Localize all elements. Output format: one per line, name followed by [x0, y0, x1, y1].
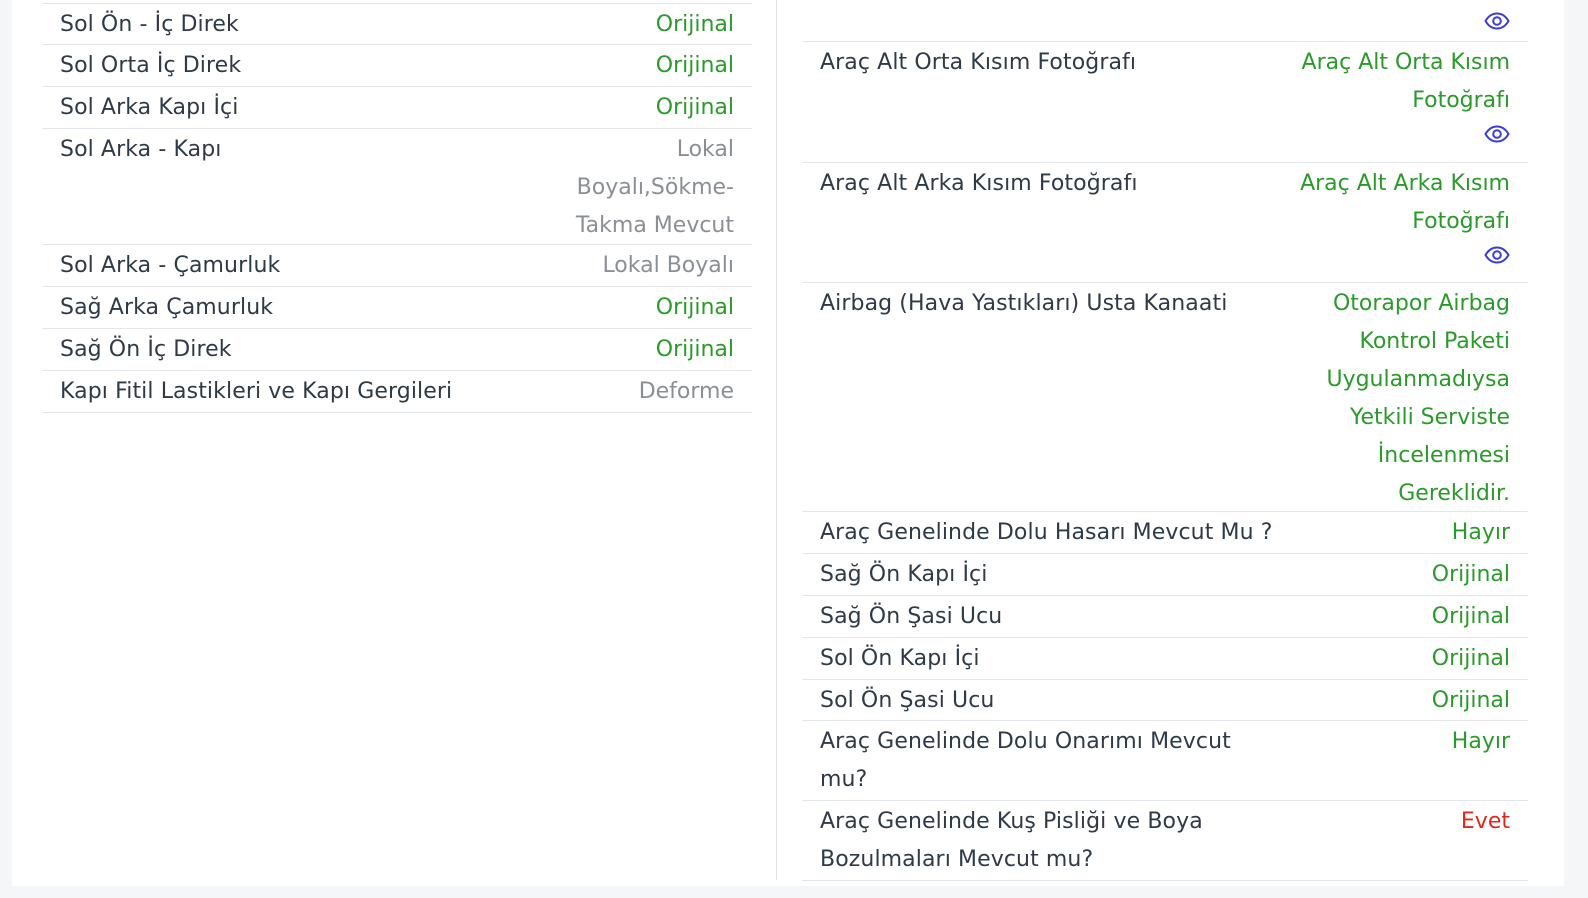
row-label: Sol Arka - Çamurluk [60, 253, 281, 278]
row-value: Araç Alt Orta Kısım Fotoğrafı [1301, 50, 1510, 113]
row-value: Deforme [638, 379, 734, 404]
row-label: Araç Alt Orta Kısım Fotoğrafı [820, 50, 1137, 75]
row-label: Araç Genelinde Dolu Hasarı Mevcut Mu ? [820, 520, 1273, 545]
row-label: Araç Alt Arka Kısım Fotoğrafı [820, 171, 1138, 196]
table-row: Sol Ön Kapı İçi Orijinal [802, 638, 1528, 680]
row-label: Sol Ön Şasi Ucu [820, 688, 995, 713]
table-row: Sağ Ön Şasi Ucu Orijinal [802, 596, 1528, 638]
row-label: Sol Arka Kapı İçi [60, 95, 239, 120]
row-label: Kapı Fitil Lastikleri ve Kapı Gergileri [60, 379, 453, 404]
table-row [802, 0, 1528, 42]
row-label: Sol Ön Kapı İçi [820, 646, 980, 671]
eye-icon[interactable] [1484, 11, 1510, 30]
left-column: Sol Ön - İç Direk Orijinal Sol Orta İç D… [42, 0, 752, 413]
table-row: Araç Alt Orta Kısım Fotoğrafı Araç Alt O… [802, 42, 1528, 163]
row-label: Sağ Ön Şasi Ucu [820, 604, 1003, 629]
row-label: Sol Orta İç Direk [60, 53, 242, 78]
table-row: Sol Ön Şasi Ucu Orijinal [802, 680, 1528, 721]
table-row: Sağ Arka Çamurluk Orijinal [42, 287, 752, 329]
eye-icon[interactable] [1484, 125, 1510, 143]
row-label: Sağ Arka Çamurluk [60, 295, 274, 320]
table-row: Araç Genelinde Kuş Pisliği ve Boya Bozul… [802, 801, 1528, 881]
row-value: Orijinal [655, 295, 734, 320]
table-row: Sol Arka - Çamurluk Lokal Boyalı [42, 245, 752, 287]
row-value-group: Araç Alt Arka Kısım Fotoğrafı [1290, 165, 1510, 274]
column-divider [776, 0, 777, 880]
row-label: Sol Ön - İç Direk [60, 12, 239, 37]
row-label: Araç Genelinde Dolu Onarımı Mevcut mu? [820, 729, 1231, 792]
row-label: Airbag (Hava Yastıkları) Usta Kanaati [820, 291, 1228, 316]
row-value: Orijinal [655, 53, 734, 78]
row-value: Otorapor Airbag Kontrol Paketi Uygulanma… [1326, 291, 1510, 506]
row-value: Hayır [1451, 520, 1510, 545]
row-label: Araç Genelinde Kuş Pisliği ve Boya Bozul… [820, 809, 1203, 872]
row-value: Orijinal [1431, 562, 1510, 587]
row-value: Araç Alt Arka Kısım Fotoğrafı [1300, 171, 1510, 234]
row-value: Orijinal [655, 95, 734, 120]
row-value: Orijinal [1431, 688, 1510, 713]
row-value: Lokal Boyalı,Sökme-Takma Mevcut [575, 137, 734, 238]
eye-icon[interactable] [1484, 246, 1510, 264]
row-label: Sol Arka - Kapı [60, 137, 222, 162]
table-row: Sağ Ön İç Direk Orijinal [42, 329, 752, 371]
table-row: Sağ Ön Kapı İçi Orijinal [802, 554, 1528, 596]
table-row: Araç Genelinde Dolu Onarımı Mevcut mu? H… [802, 721, 1528, 801]
table-row: Sol Orta İç Direk Orijinal [42, 45, 752, 87]
row-value: Evet [1460, 809, 1510, 834]
row-label: Sağ Ön İç Direk [60, 337, 232, 362]
row-value: Orijinal [1431, 646, 1510, 671]
table-row: Araç Alt Arka Kısım Fotoğrafı Araç Alt A… [802, 163, 1528, 283]
row-value: Orijinal [655, 337, 734, 362]
row-value-group: Araç Alt Orta Kısım Fotoğrafı [1290, 44, 1510, 153]
row-value: Hayır [1451, 729, 1510, 754]
right-column: Araç Alt Orta Kısım Fotoğrafı Araç Alt O… [802, 0, 1528, 881]
row-label: Sağ Ön Kapı İçi [820, 562, 988, 587]
table-row: Araç Genelinde Dolu Hasarı Mevcut Mu ? H… [802, 512, 1528, 554]
table-row: Airbag (Hava Yastıkları) Usta Kanaati Ot… [802, 283, 1528, 512]
row-value: Lokal Boyalı [602, 253, 734, 278]
row-value: Orijinal [1431, 604, 1510, 629]
table-row: Sol Arka - Kapı Lokal Boyalı,Sökme-Takma… [42, 129, 752, 245]
row-value: Orijinal [655, 12, 734, 37]
table-row: Sol Ön - İç Direk Orijinal [42, 3, 752, 45]
table-row: Kapı Fitil Lastikleri ve Kapı Gergileri … [42, 371, 752, 413]
table-row: Sol Arka Kapı İçi Orijinal [42, 87, 752, 129]
